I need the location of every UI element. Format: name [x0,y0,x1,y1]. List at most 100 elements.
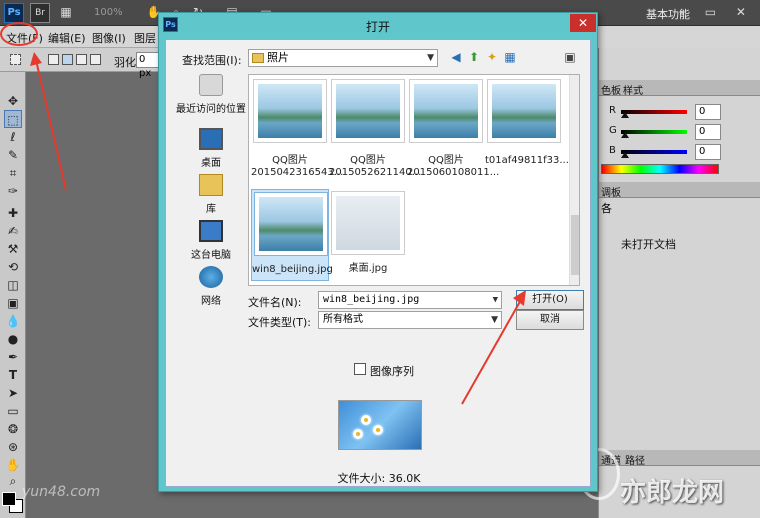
dialog-titlebar[interactable]: Ps 打开 ✕ [159,13,597,37]
menu-image[interactable]: 图像(I) [92,30,126,46]
path-select-tool-icon[interactable]: ➤ [4,384,22,402]
cancel-button[interactable]: 取消 [516,310,584,330]
image-preview [338,400,422,450]
file-name: QQ图片2015060108011... [407,155,500,178]
slider-red[interactable]: R 0 [609,104,759,120]
slider-letter: R [609,105,616,116]
chevron-down-icon: ▼ [427,53,434,63]
image-sequence-checkbox[interactable] [354,363,366,375]
file-name: 桌面.jpg [348,263,388,274]
close-button[interactable]: ✕ [570,14,596,32]
marquee-preset-icon[interactable] [10,54,21,65]
place-label: 桌面 [201,158,221,169]
feather-input[interactable]: 0 px [136,52,160,79]
file-item-selected[interactable]: win8_beijing.jpg [251,189,333,281]
intersect-selection-icon[interactable] [90,54,101,65]
place-computer[interactable]: 这台电脑 [176,220,246,261]
clone-stamp-tool-icon[interactable]: ⚒ [4,240,22,258]
slider-knob[interactable] [621,132,629,138]
gradient-tool-icon[interactable]: ▣ [4,294,22,312]
zoom-level[interactable]: 100% [94,7,123,18]
file-item[interactable]: 桌面.jpg [329,189,407,281]
window-controls[interactable]: – ▭ ✕ [679,5,754,19]
color-spectrum[interactable] [601,164,719,174]
place-recent[interactable]: 最近访问的位置 [176,74,246,115]
file-list-scrollbar[interactable] [569,75,579,285]
tab-adjustments[interactable]: 调板 [601,184,621,199]
healing-brush-tool-icon[interactable]: ✚ [4,204,22,222]
type-tool-icon[interactable]: T [4,366,22,384]
filename-input[interactable]: win8_beijing.jpg ▼ [318,291,502,309]
filename-label: 文件名(N): [248,296,302,309]
folder-icon [252,53,264,63]
photoshop-logo: Ps [4,3,24,23]
add-selection-icon[interactable] [62,54,73,65]
dodge-tool-icon[interactable]: ● [4,330,22,348]
slider-green[interactable]: G 0 [609,124,759,140]
view-extras-icon[interactable]: ▦ [58,5,74,21]
tab-paths[interactable]: 路径 [625,452,645,467]
computer-icon [199,220,223,242]
slider-track[interactable] [621,130,687,134]
watermark-left: yun48.com [22,484,101,500]
tab-swatches[interactable]: 色板 [601,82,621,97]
filetype-select[interactable]: 所有格式 ▼ [318,311,502,329]
file-name: win8_beijing.jpg [252,264,333,275]
file-item[interactable]: t01af49811f33... [485,77,569,187]
foreground-color-swatch[interactable] [2,492,16,506]
tools-panel: ✥ ⬚ ℓ ✎ ⌗ ✑ ✚ ✍ ⚒ ⟲ ◫ ▣ 💧 ● ✒ T ➤ ▭ ❂ ⊛ … [0,72,26,518]
bridge-button[interactable]: Br [30,3,50,23]
scrollbar-thumb[interactable] [571,215,579,275]
slider-letter: G [609,125,617,136]
slider-blue[interactable]: B 0 [609,144,759,160]
shape-tool-icon[interactable]: ▭ [4,402,22,420]
open-button[interactable]: 打开(O) [516,290,584,310]
eraser-tool-icon[interactable]: ◫ [4,276,22,294]
tab-styles[interactable]: 样式 [623,82,643,97]
slider-track[interactable] [621,150,687,154]
blur-tool-icon[interactable]: 💧 [4,312,22,330]
chevron-down-icon: ▼ [491,315,498,325]
file-item[interactable]: QQ图片2015060108011... [407,77,500,187]
3d-orbit-tool-icon[interactable]: ⊛ [4,438,22,456]
quick-select-tool-icon[interactable]: ✎ [4,146,22,164]
annotation-circle [0,22,38,46]
file-item[interactable]: QQ图片2015052621140... [329,77,421,187]
file-item[interactable]: QQ图片2015042316543... [251,77,343,187]
brush-tool-icon[interactable]: ✍ [4,222,22,240]
menu-edit[interactable]: 编辑(E) [48,30,86,46]
dialog-body: 查找范围(I): 照片 ▼ ◀ ⬆ ✦ ▦ ▣ 最近访问的位置 桌面 库 这台电… [165,39,591,487]
slider-track[interactable] [621,110,687,114]
place-label: 最近访问的位置 [176,104,246,115]
look-in-label: 查找范围(I): [182,54,242,67]
back-icon[interactable]: ◀ [448,49,464,65]
subtract-selection-icon[interactable] [76,54,87,65]
place-desktop[interactable]: 桌面 [176,128,246,169]
slider-knob[interactable] [621,112,629,118]
slider-value-green[interactable]: 0 [695,124,721,140]
file-thumbnail [487,79,561,143]
rect-marquee-tool-icon[interactable]: ⬚ [4,110,22,128]
place-label: 这台电脑 [191,250,231,261]
eyedropper-tool-icon[interactable]: ✑ [4,182,22,200]
file-list[interactable]: QQ图片2015042316543... QQ图片2015052621140..… [248,74,580,286]
zoom-tool-icon[interactable]: ⌕ [4,472,22,490]
look-in-select[interactable]: 照片 ▼ [248,49,438,67]
slider-value-blue[interactable]: 0 [695,144,721,160]
image-sequence-label: 图像序列 [370,365,414,378]
pen-tool-icon[interactable]: ✒ [4,348,22,366]
new-folder-icon[interactable]: ✦ [484,49,500,65]
slider-knob[interactable] [621,152,629,158]
3d-rotate-tool-icon[interactable]: ❂ [4,420,22,438]
place-network[interactable]: 网络 [176,266,246,307]
lasso-tool-icon[interactable]: ℓ [4,128,22,146]
new-selection-icon[interactable] [48,54,59,65]
history-brush-tool-icon[interactable]: ⟲ [4,258,22,276]
up-folder-icon[interactable]: ⬆ [466,49,482,65]
view-menu-icon[interactable]: ▦ [502,49,518,65]
move-tool-icon[interactable]: ✥ [4,92,22,110]
place-library[interactable]: 库 [176,174,246,215]
slider-value-red[interactable]: 0 [695,104,721,120]
add-folder-icon[interactable]: ▣ [562,49,578,65]
crop-tool-icon[interactable]: ⌗ [4,164,22,182]
